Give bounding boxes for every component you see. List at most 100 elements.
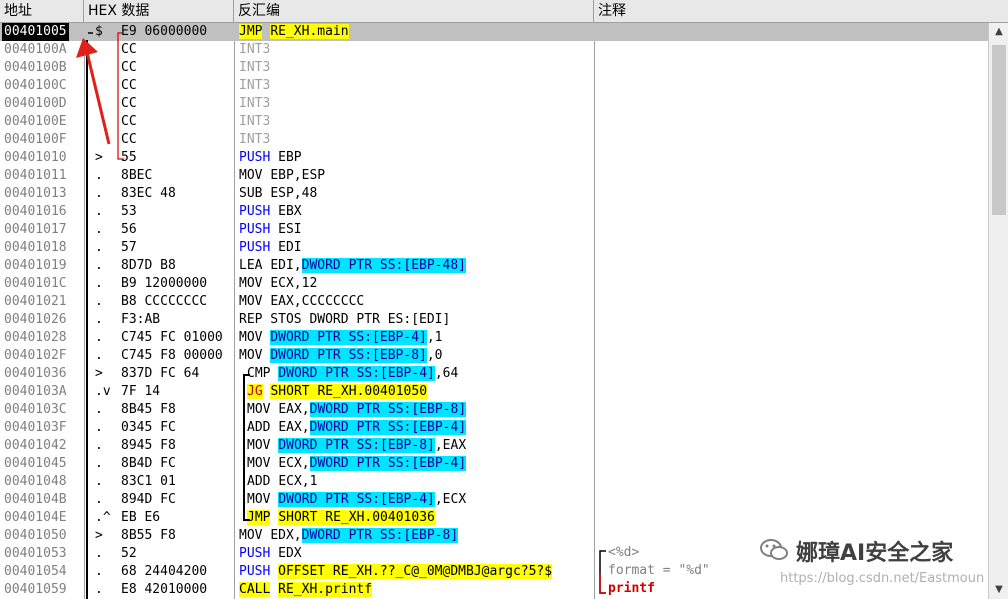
row-hex: B9 12000000 bbox=[121, 276, 208, 291]
row-operands: DWORD PTR SS:[EBP-4],64 bbox=[278, 366, 459, 381]
row-address: 0040101C bbox=[4, 276, 67, 291]
row-hex: C745 FC 01000 bbox=[121, 330, 223, 345]
loop-flow-line bbox=[243, 374, 250, 521]
row-address: 0040104B bbox=[4, 492, 67, 507]
row-opcode: SUB bbox=[239, 186, 263, 201]
code-row[interactable]: 0040100B CC INT3 bbox=[0, 59, 988, 77]
row-opcode: MOV bbox=[239, 294, 263, 309]
code-row[interactable]: 0040100E CC INT3 bbox=[0, 113, 988, 131]
code-row[interactable]: 00401026. F3:AB REP STOS DWORD PTR ES:[EDI… bbox=[0, 311, 988, 329]
row-disasm: CALL RE_XH.printf bbox=[239, 581, 373, 599]
row-address: 00401005 bbox=[2, 23, 69, 41]
row-operands: OFFSET RE_XH.??_C@_0M@DMBJ@argc?5?$ bbox=[278, 564, 553, 579]
row-address: 00401010 bbox=[4, 150, 67, 165]
row-hex: 57 bbox=[121, 240, 137, 255]
row-disasm: JMP RE_XH.main bbox=[239, 23, 349, 41]
row-address: 00401019 bbox=[4, 258, 67, 273]
row-address: 00401028 bbox=[4, 330, 67, 345]
row-hex: 83C1 01 bbox=[121, 474, 176, 489]
row-disasm: PUSH EDX bbox=[239, 545, 302, 563]
code-row[interactable]: 00401013. 83EC 48 SUB ESP,48 bbox=[0, 185, 988, 203]
code-row[interactable]: 00401028. C745 FC 01000 MOV DWORD PTR SS:[… bbox=[0, 329, 988, 347]
code-row[interactable]: 00401019. 8D7D B8 LEA EDI,DWORD PTR SS:[EB… bbox=[0, 257, 988, 275]
row-opcode: INT3 bbox=[239, 132, 271, 147]
row-operands: ECX,DWORD PTR SS:[EBP-4] bbox=[278, 456, 467, 471]
scroll-up-icon[interactable]: ▲ bbox=[989, 23, 1008, 41]
row-hex: CC bbox=[121, 114, 137, 129]
header-hex[interactable]: HEX 数据 bbox=[84, 0, 234, 22]
row-operands: EAX,DWORD PTR SS:[EBP-8] bbox=[278, 402, 467, 417]
row-hex: B8 CCCCCCCC bbox=[121, 294, 208, 309]
disassembly-listing[interactable]: 00401005 $ E9 06000000 JMP RE_XH.main 004010… bbox=[0, 23, 988, 599]
row-disasm: JG SHORT RE_XH.00401050 bbox=[247, 383, 428, 401]
row-hex: 8B45 F8 bbox=[121, 402, 176, 417]
row-operands: ECX,1 bbox=[278, 474, 318, 489]
row-address: 00401054 bbox=[4, 564, 67, 579]
row-hex: 837D FC 64 bbox=[121, 366, 200, 381]
wechat-icon bbox=[760, 539, 788, 560]
header-address[interactable]: 地址 bbox=[0, 0, 84, 22]
code-row[interactable]: 0040101C. B9 12000000 MOV ECX,12 bbox=[0, 275, 988, 293]
code-row[interactable]: 00401036 >837D FC 64 CMP DWORD PTR SS:[EBP… bbox=[0, 365, 988, 383]
row-operands: EDX,DWORD PTR SS:[EBP-8] bbox=[270, 528, 459, 543]
row-operands: EBP bbox=[278, 150, 302, 165]
code-row[interactable]: 00401010 >55 PUSH EBP bbox=[0, 149, 988, 167]
row-opcode: PUSH bbox=[239, 150, 271, 165]
row-disasm: MOV DWORD PTR SS:[EBP-4],1 bbox=[239, 329, 443, 347]
row-operands: SHORT RE_XH.00401050 bbox=[270, 384, 428, 399]
row-disasm: MOV EAX,DWORD PTR SS:[EBP-8] bbox=[247, 401, 467, 419]
row-operands: DWORD PTR SS:[EBP-8],EAX bbox=[278, 438, 467, 453]
row-disasm: PUSH EBX bbox=[239, 203, 302, 221]
row-opcode: PUSH bbox=[239, 240, 271, 255]
scroll-thumb[interactable] bbox=[992, 45, 1006, 215]
header-disassembly[interactable]: 反汇编 bbox=[234, 0, 594, 22]
row-hex: 56 bbox=[121, 222, 137, 237]
row-hex: EB E6 bbox=[121, 510, 161, 525]
code-row[interactable]: 00401042. 8945 F8 MOV DWORD PTR SS:[EBP-8]… bbox=[0, 437, 988, 455]
code-row[interactable]: 00401016. 53 PUSH EBX bbox=[0, 203, 988, 221]
code-row[interactable]: 0040103F. 0345 FC ADD EAX,DWORD PTR SS:[EB… bbox=[0, 419, 988, 437]
row-disasm: CMP DWORD PTR SS:[EBP-4],64 bbox=[247, 365, 458, 383]
code-row[interactable]: 0040103A .v 7F 14 JG SHORT RE_XH.00401050 bbox=[0, 383, 988, 401]
row-operands: DWORD PTR SS:[EBP-8],0 bbox=[270, 348, 443, 363]
header-comment[interactable]: 注释 bbox=[594, 0, 1008, 22]
code-row[interactable]: 0040100C CC INT3 bbox=[0, 77, 988, 95]
code-row[interactable]: 0040103C. 8B45 F8 MOV EAX,DWORD PTR SS:[EB… bbox=[0, 401, 988, 419]
code-row[interactable]: 00401045. 8B4D FC MOV ECX,DWORD PTR SS:[EB… bbox=[0, 455, 988, 473]
code-row[interactable]: 00401021. B8 CCCCCCCC MOV EAX,CCCCCCCC bbox=[0, 293, 988, 311]
vertical-scrollbar[interactable]: ▲ ▼ bbox=[988, 23, 1008, 599]
code-row[interactable]: 0040100A CC INT3 bbox=[0, 41, 988, 59]
row-operands: ECX,12 bbox=[270, 276, 318, 291]
code-row[interactable]: 00401048. 83C1 01 ADD ECX,1 bbox=[0, 473, 988, 491]
scroll-down-icon[interactable]: ▼ bbox=[989, 581, 1008, 599]
row-disasm: SUB ESP,48 bbox=[239, 185, 317, 203]
row-operands: EDI,DWORD PTR SS:[EBP-48] bbox=[270, 258, 466, 273]
row-disasm: REP STOS DWORD PTR ES:[EDI] bbox=[239, 311, 450, 329]
code-row[interactable]: 00401005 $ E9 06000000 JMP RE_XH.main bbox=[0, 23, 988, 41]
row-opcode: PUSH bbox=[239, 564, 271, 579]
row-hex: 8BEC bbox=[121, 168, 153, 183]
code-row[interactable]: 0040100F CC INT3 bbox=[0, 131, 988, 149]
row-operands: ESP,48 bbox=[270, 186, 318, 201]
row-opcode: INT3 bbox=[239, 96, 271, 111]
code-row[interactable]: 0040104E .^ EB E6 JMP SHORT RE_XH.00401036 bbox=[0, 509, 988, 527]
code-row[interactable]: 00401017. 56 PUSH ESI bbox=[0, 221, 988, 239]
code-row[interactable]: 00401011. 8BEC MOV EBP,ESP bbox=[0, 167, 988, 185]
row-address: 0040100F bbox=[4, 132, 67, 147]
row-address: 00401013 bbox=[4, 186, 67, 201]
row-opcode: LEA bbox=[239, 258, 263, 273]
code-row[interactable]: 0040102F. C745 F8 00000 MOV DWORD PTR SS:[… bbox=[0, 347, 988, 365]
row-address: 00401016 bbox=[4, 204, 67, 219]
row-opcode: MOV bbox=[239, 330, 263, 345]
row-operands: SHORT RE_XH.00401036 bbox=[278, 510, 435, 525]
row-address: 00401036 bbox=[4, 366, 67, 381]
row-hex: 55 bbox=[121, 150, 137, 165]
row-operands: EAX,CCCCCCCC bbox=[270, 294, 365, 309]
row-address: 0040100E bbox=[4, 114, 67, 129]
code-row[interactable]: 0040100D CC INT3 bbox=[0, 95, 988, 113]
row-hex: 7F 14 bbox=[121, 384, 161, 399]
code-row[interactable]: 00401018. 57 PUSH EDI bbox=[0, 239, 988, 257]
row-opcode: MOV bbox=[239, 528, 263, 543]
code-row[interactable]: 0040104B. 894D FC MOV DWORD PTR SS:[EBP-4]… bbox=[0, 491, 988, 509]
row-hex: 894D FC bbox=[121, 492, 176, 507]
